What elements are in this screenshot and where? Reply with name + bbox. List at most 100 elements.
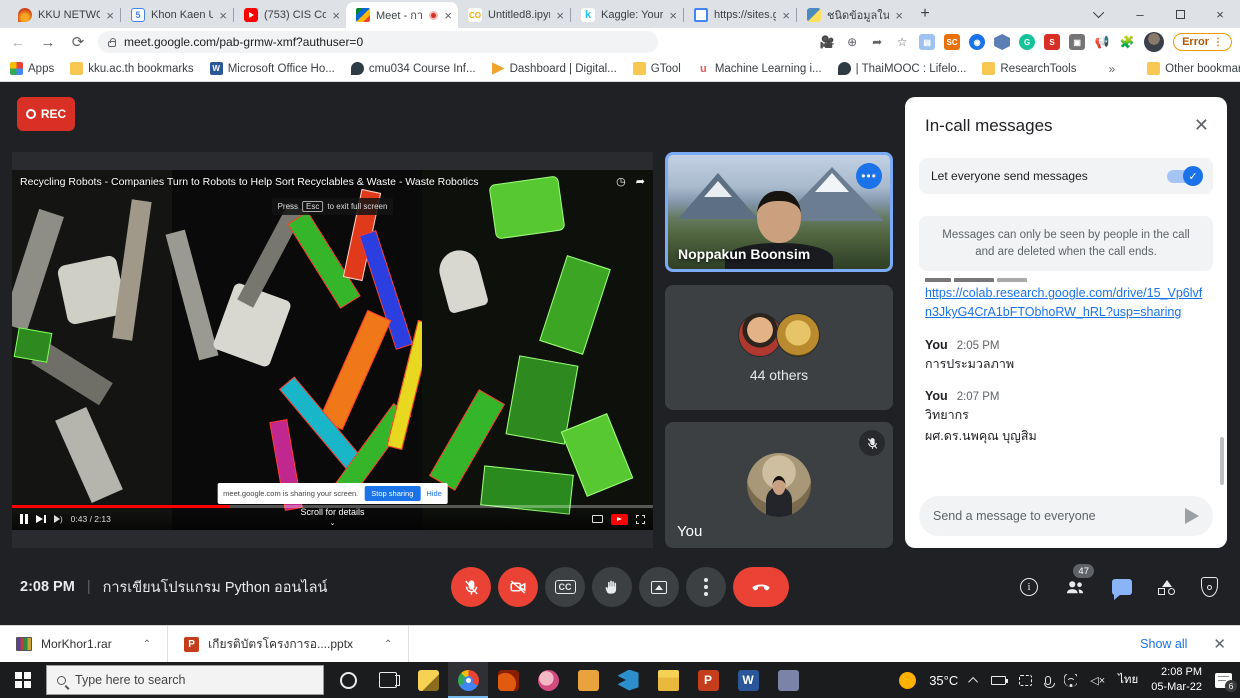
maximize-button[interactable] xyxy=(1160,0,1200,28)
battery-icon[interactable] xyxy=(991,676,1006,685)
fullscreen-icon[interactable] xyxy=(636,515,645,524)
participants-icon[interactable]: 47 xyxy=(1064,578,1086,596)
back-icon[interactable]: ← xyxy=(8,34,28,51)
bookmark-apps[interactable]: Apps xyxy=(10,62,54,75)
grammarly-extension-icon[interactable]: G xyxy=(1019,34,1035,50)
download-menu-icon[interactable]: ⌃ xyxy=(143,639,151,650)
tab-youtube[interactable]: (753) CIS Comput × xyxy=(234,2,346,28)
watch-later-icon[interactable]: ◷ xyxy=(616,175,626,188)
bookmark-kku-folder[interactable]: kku.ac.th bookmarks xyxy=(70,62,193,75)
temperature[interactable]: 35°C xyxy=(929,673,958,688)
end-call-button[interactable] xyxy=(733,567,789,607)
share-icon[interactable]: ➦ xyxy=(869,34,885,50)
vscode-taskbar-icon[interactable] xyxy=(608,662,648,698)
others-tile[interactable]: 44 others xyxy=(665,285,893,410)
sc-extension-icon[interactable]: SC xyxy=(944,34,960,50)
tab-close-icon[interactable]: × xyxy=(669,9,677,22)
chrome-taskbar-icon[interactable] xyxy=(448,662,488,698)
tab-close-icon[interactable]: × xyxy=(106,9,114,22)
s-extension-icon[interactable]: S xyxy=(1044,34,1060,50)
pink-app-icon[interactable] xyxy=(528,662,568,698)
volume-icon[interactable]: ) xyxy=(54,515,63,524)
address-bar[interactable]: meet.google.com/pab-grmw-xmf?authuser=0 xyxy=(98,31,658,53)
present-button[interactable] xyxy=(639,567,679,607)
wifi-icon[interactable] xyxy=(1064,674,1077,687)
activities-icon[interactable] xyxy=(1158,580,1175,595)
pause-icon[interactable] xyxy=(20,514,28,524)
tab-colab[interactable]: CO Untitled8.ipynb × xyxy=(458,2,570,28)
language-indicator[interactable]: ไทย xyxy=(1118,671,1138,689)
bookmark-star-icon[interactable]: ☆ xyxy=(894,34,910,50)
tab-close-icon[interactable]: × xyxy=(895,9,903,22)
miniplayer-icon[interactable] xyxy=(592,515,603,523)
tray-mic-icon[interactable] xyxy=(1045,676,1051,685)
other-bookmarks[interactable]: Other bookmarks xyxy=(1147,62,1240,75)
participant-tile-speaker[interactable]: ••• Noppakun Boonsim xyxy=(665,152,893,272)
close-downloads-icon[interactable]: ✕ xyxy=(1213,635,1226,653)
close-chat-icon[interactable]: ✕ xyxy=(1194,115,1209,136)
tab-numpy[interactable]: ชนิดข้อมูลใน Num × xyxy=(797,2,909,28)
grey-extension-icon[interactable]: ▣ xyxy=(1069,34,1085,50)
allow-messages-toggle[interactable]: ✓ xyxy=(1167,170,1201,183)
task-view-button[interactable] xyxy=(368,662,408,698)
bookmarks-overflow-icon[interactable]: » xyxy=(1108,62,1115,76)
shield-extension-icon[interactable] xyxy=(994,34,1010,50)
bookmark-udemy[interactable]: uMachine Learning i... xyxy=(697,62,822,75)
mic-toggle-button[interactable] xyxy=(451,567,491,607)
browser-menu-icon[interactable]: ⋮ xyxy=(1213,37,1223,48)
hide-notification-button[interactable]: Hide xyxy=(426,489,441,498)
docs-extension-icon[interactable]: ▤ xyxy=(919,34,935,50)
chat-input[interactable] xyxy=(933,509,1185,523)
bookmark-cmu034[interactable]: cmu034 Course Inf... xyxy=(351,62,476,75)
cortana-button[interactable] xyxy=(328,662,368,698)
reload-icon[interactable]: ⟳ xyxy=(68,33,88,51)
download-item-rar[interactable]: MorKhor1.rar ⌃ xyxy=(0,626,168,662)
error-button[interactable]: Error ⋮ xyxy=(1173,33,1232,51)
camera-sharing-icon[interactable]: 🎥 xyxy=(819,34,835,50)
youtube-logo-icon[interactable] xyxy=(611,514,628,525)
stop-sharing-button[interactable]: Stop sharing xyxy=(364,486,420,501)
show-all-downloads-link[interactable]: Show all xyxy=(1140,637,1187,651)
profile-avatar[interactable] xyxy=(1144,32,1164,52)
forward-icon[interactable]: → xyxy=(38,34,58,51)
camera-toggle-button[interactable] xyxy=(498,567,538,607)
tab-close-icon[interactable]: × xyxy=(556,9,564,22)
action-center-icon[interactable]: 6 xyxy=(1215,673,1232,688)
tab-close-icon[interactable]: × xyxy=(332,9,340,22)
tab-close-icon[interactable]: × xyxy=(219,9,227,22)
weather-sun-icon[interactable] xyxy=(899,672,916,689)
send-icon[interactable] xyxy=(1185,508,1199,524)
bookmark-dashboard[interactable]: Dashboard | Digital... xyxy=(492,62,617,75)
share-arrow-icon[interactable]: ➦ xyxy=(636,175,645,188)
zoom-icon[interactable]: ⊕ xyxy=(844,34,860,50)
puzzle-extensions-icon[interactable]: 🧩 xyxy=(1119,34,1135,50)
powerpoint-taskbar-icon[interactable]: P xyxy=(688,662,728,698)
new-tab-button[interactable]: + xyxy=(913,2,937,26)
raise-hand-button[interactable] xyxy=(592,567,632,607)
host-controls-icon[interactable] xyxy=(1201,577,1218,597)
tab-close-icon[interactable]: × xyxy=(782,9,790,22)
bookmark-researchtools[interactable]: ResearchTools xyxy=(982,62,1076,75)
youtube-player[interactable]: Recycling Robots - Companies Turn to Rob… xyxy=(12,170,653,530)
close-window-button[interactable]: × xyxy=(1200,0,1240,28)
shared-screen-tile[interactable]: Recycling Robots - Companies Turn to Rob… xyxy=(12,152,653,548)
tab-kku-network[interactable]: KKU NETWORK | S × xyxy=(8,2,120,28)
minimize-button[interactable]: – xyxy=(1120,0,1160,28)
tab-sites[interactable]: https://sites.goo × xyxy=(684,2,796,28)
tray-overflow-icon[interactable] xyxy=(968,676,978,686)
bookmark-gtool[interactable]: GTool xyxy=(633,62,681,75)
meeting-details-icon[interactable]: i xyxy=(1020,578,1038,596)
tab-meet-active[interactable]: Meet - การเ × xyxy=(346,2,458,28)
tablet-mode-icon[interactable] xyxy=(1019,675,1032,686)
tab-khon-kaen[interactable]: 5 Khon Kaen Univer × xyxy=(121,2,233,28)
file-explorer-icon[interactable] xyxy=(648,662,688,698)
you-tile[interactable]: You xyxy=(665,422,893,548)
start-button[interactable] xyxy=(0,662,46,698)
tab-kaggle[interactable]: k Kaggle: Your Mac × xyxy=(571,2,683,28)
chat-scrollbar[interactable] xyxy=(1220,437,1224,485)
bookmark-extension-icon[interactable]: ◉ xyxy=(969,34,985,50)
matlab-taskbar-icon[interactable] xyxy=(488,662,528,698)
taskbar-clock[interactable]: 2:08 PM 05-Mar-22 xyxy=(1151,665,1202,695)
tab-search-chevron-icon[interactable] xyxy=(1080,0,1120,28)
app-stack-icon[interactable] xyxy=(408,662,448,698)
